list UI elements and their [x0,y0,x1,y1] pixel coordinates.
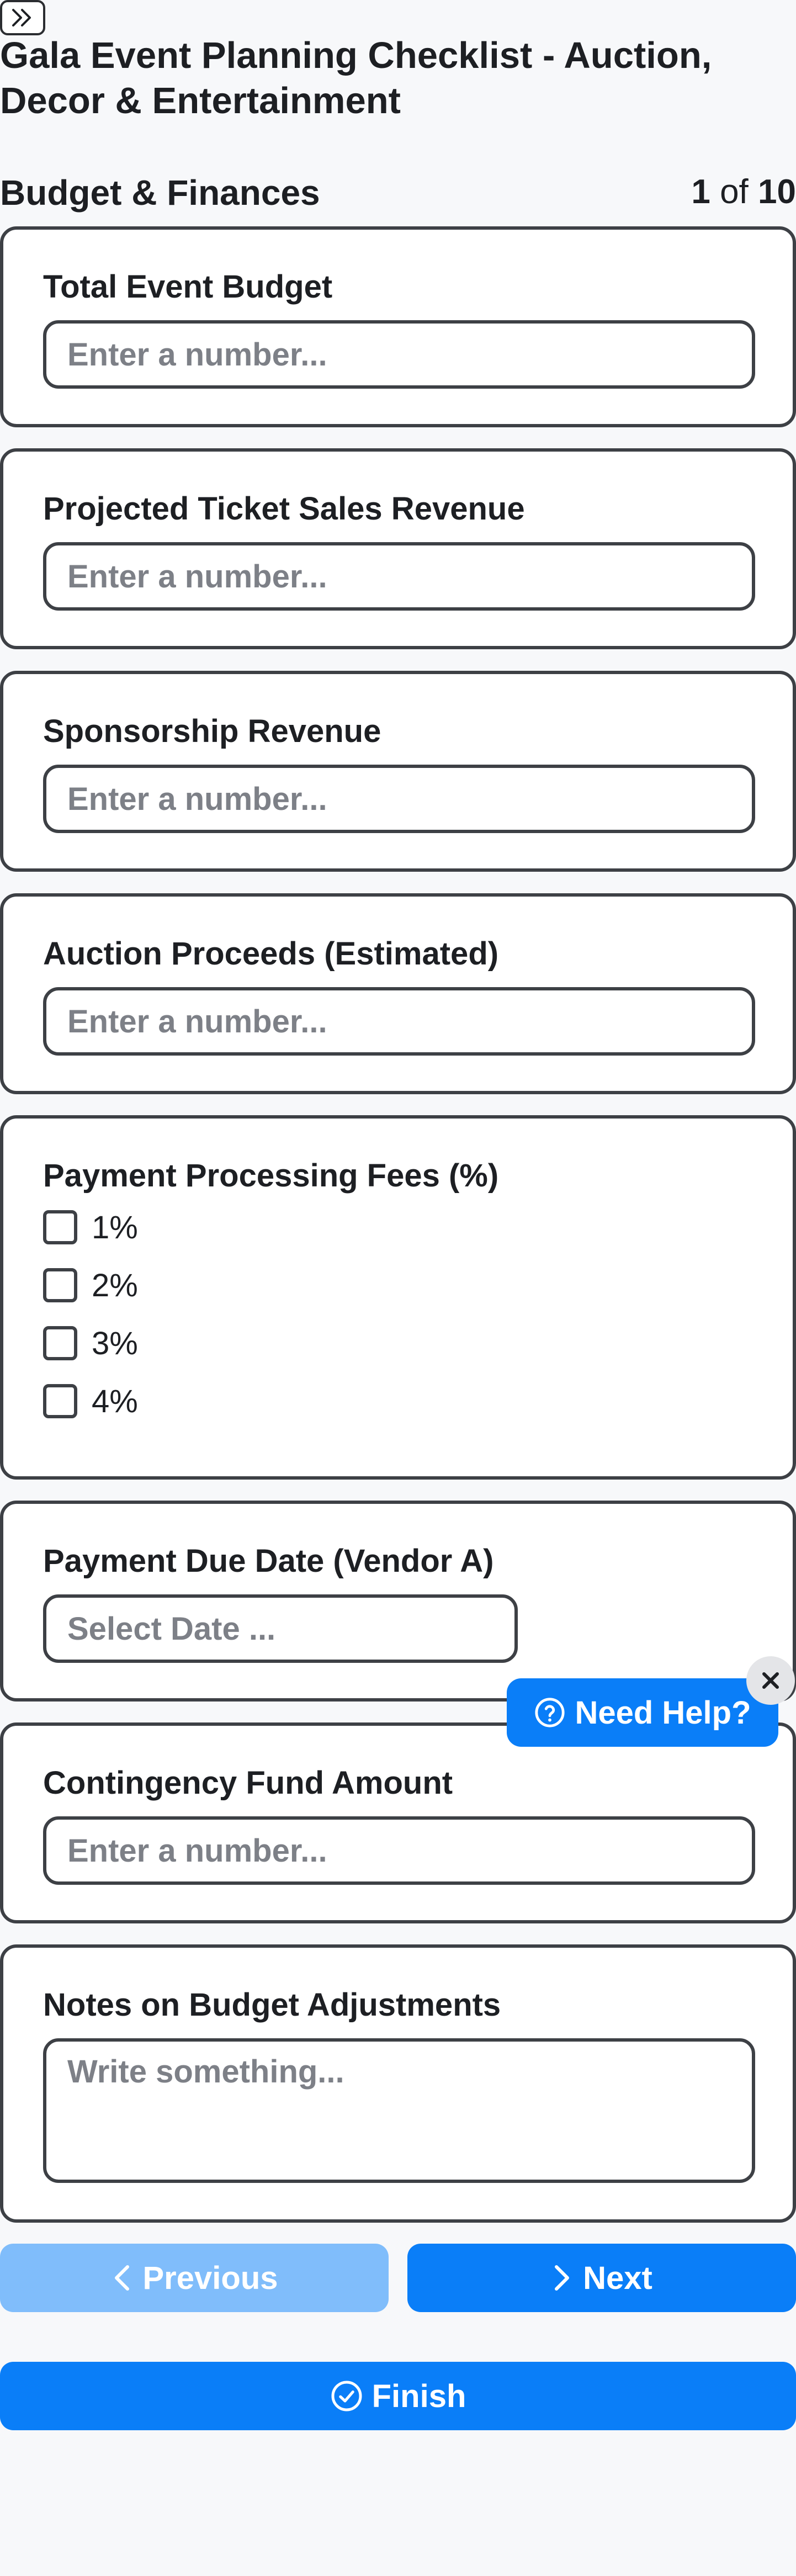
contingency-fund-card: Contingency Fund Amount [0,1722,796,1923]
close-help-button[interactable] [746,1656,795,1705]
section-title: Budget & Finances [0,173,320,213]
processing-fees-label: Payment Processing Fees (%) [43,1158,499,1194]
finish-label: Finish [372,2378,466,2414]
auction-proceeds-label: Auction Proceeds (Estimated) [43,936,499,972]
next-label: Next [583,2260,652,2296]
fee-checkbox[interactable] [43,1384,77,1418]
question-circle-icon [535,1698,565,1727]
sponsorship-revenue-input[interactable] [43,765,755,833]
fee-option-label: 3% [92,1325,138,1361]
need-help-label: Need Help? [575,1694,751,1731]
previous-button[interactable]: Previous [0,2244,389,2312]
total-budget-card: Total Event Budget [0,226,796,427]
current-page-number: 1 [691,173,710,211]
ticket-revenue-card: Projected Ticket Sales Revenue [0,448,796,649]
total-budget-label: Total Event Budget [43,269,333,305]
budget-notes-label: Notes on Budget Adjustments [43,1987,501,2023]
fee-checkbox[interactable] [43,1326,77,1360]
double-chevron-right-icon [12,9,31,26]
fee-option-label: 4% [92,1383,138,1419]
fee-option-3[interactable]: 3% [43,1324,138,1363]
close-icon [762,1672,779,1689]
sponsorship-revenue-card: Sponsorship Revenue [0,671,796,872]
chevron-right-icon [555,2265,570,2291]
auction-proceeds-card: Auction Proceeds (Estimated) [0,893,796,1094]
total-budget-input[interactable] [43,320,755,389]
payment-due-date-label: Payment Due Date (Vendor A) [43,1543,494,1579]
previous-label: Previous [142,2260,278,2296]
chevron-left-icon [114,2265,129,2291]
total-pages-number: 10 [758,173,796,211]
ticket-revenue-label: Projected Ticket Sales Revenue [43,491,525,527]
fee-option-label: 1% [92,1209,138,1245]
finish-button[interactable]: Finish [0,2362,796,2430]
check-circle-icon [331,2381,362,2411]
page-of-label: of [720,173,749,211]
ticket-revenue-input[interactable] [43,542,755,611]
next-button[interactable]: Next [407,2244,796,2312]
payment-due-date-card: Payment Due Date (Vendor A) [0,1501,796,1702]
processing-fees-card: Payment Processing Fees (%) 1% 2% 3% 4% [0,1115,796,1480]
auction-proceeds-input[interactable] [43,987,755,1056]
page-indicator: 1 of 10 [691,172,796,211]
section-header: Budget & Finances 1 of 10 [0,170,796,220]
contingency-fund-label: Contingency Fund Amount [43,1765,453,1801]
fee-checkbox[interactable] [43,1268,77,1302]
fee-option-1[interactable]: 1% [43,1208,138,1247]
fee-checkbox[interactable] [43,1210,77,1244]
fee-option-label: 2% [92,1267,138,1303]
expand-sidebar-button[interactable] [0,0,45,35]
fee-option-4[interactable]: 4% [43,1382,138,1420]
budget-notes-card: Notes on Budget Adjustments [0,1944,796,2223]
payment-due-date-picker[interactable] [43,1594,518,1663]
sponsorship-revenue-label: Sponsorship Revenue [43,713,381,749]
fee-option-2[interactable]: 2% [43,1266,138,1305]
budget-notes-textarea[interactable] [43,2038,755,2183]
page-title: Gala Event Planning Checklist - Auction,… [0,35,712,121]
need-help-button[interactable]: Need Help? [507,1678,778,1747]
contingency-fund-input[interactable] [43,1816,755,1885]
